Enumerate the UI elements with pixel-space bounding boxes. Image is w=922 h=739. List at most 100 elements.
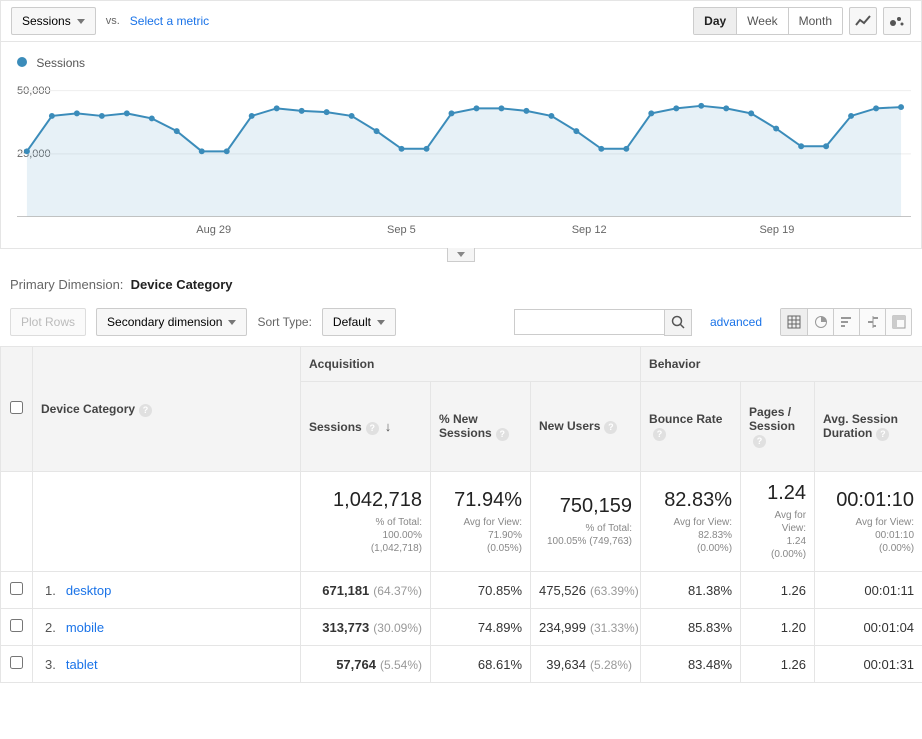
new-users-header[interactable]: New Users?	[531, 382, 641, 472]
help-icon[interactable]: ?	[366, 422, 379, 435]
table-group-header-row: Device Category? Acquisition Behavior	[1, 347, 922, 382]
primary-dimension-row: Primary Dimension: Device Category	[0, 263, 922, 302]
select-compare-metric-link[interactable]: Select a metric	[130, 14, 209, 28]
granularity-day-button[interactable]: Day	[694, 8, 736, 34]
dimension-value: tablet	[66, 657, 98, 672]
help-icon[interactable]: ?	[753, 435, 766, 448]
new-users-cell: 39,634(5.28%)	[531, 646, 641, 683]
legend-series-label: Sessions	[36, 56, 85, 70]
acquisition-group-header: Acquisition	[301, 347, 641, 382]
search-button[interactable]	[664, 309, 692, 336]
row-checkbox[interactable]	[10, 656, 23, 669]
sort-desc-icon: ↓	[385, 419, 392, 434]
dimension-cell[interactable]: 3.tablet	[33, 646, 301, 683]
pages-per-session-cell: 1.20	[741, 609, 815, 646]
primary-metric-dropdown[interactable]: Sessions	[11, 7, 96, 35]
bars-icon	[840, 315, 854, 329]
table-toolbar: Plot Rows Secondary dimension Sort Type:…	[0, 302, 922, 346]
dimension-value: desktop	[66, 583, 112, 598]
primary-metric-label: Sessions	[22, 14, 71, 28]
sort-type-label: Sort Type:	[257, 315, 311, 329]
sessions-cell: 313,773(30.09%)	[301, 609, 431, 646]
bounce-rate-cell: 85.83%	[641, 609, 741, 646]
pct-new-sessions-cell: 68.61%	[431, 646, 531, 683]
dimension-header-label: Device Category	[41, 402, 135, 416]
vs-label: vs.	[106, 15, 120, 27]
device-category-table: Device Category? Acquisition Behavior Se…	[0, 346, 922, 683]
chart-panel: Sessions 50,000 25,000 Aug 29 Sep 5 Sep …	[0, 41, 922, 249]
sort-type-value: Default	[333, 315, 371, 329]
dimension-cell[interactable]: 2.mobile	[33, 609, 301, 646]
dimension-cell[interactable]: 1.desktop	[33, 572, 301, 609]
sessions-cell: 671,181(64.37%)	[301, 572, 431, 609]
primary-dimension-value: Device Category	[131, 277, 233, 292]
bounce-rate-header[interactable]: Bounce Rate?	[641, 382, 741, 472]
behavior-group-header: Behavior	[641, 347, 922, 382]
sessions-line-chart[interactable]	[17, 78, 911, 217]
view-percentage-button[interactable]	[807, 309, 833, 335]
sessions-header[interactable]: Sessions?↓	[301, 382, 431, 472]
row-checkbox[interactable]	[10, 582, 23, 595]
avg-session-duration-cell: 00:01:11	[815, 572, 922, 609]
pages-per-session-cell: 1.26	[741, 572, 815, 609]
pct-new-sessions-cell: 70.85%	[431, 572, 531, 609]
help-icon[interactable]: ?	[496, 428, 509, 441]
help-icon[interactable]: ?	[139, 404, 152, 417]
secondary-dimension-label: Secondary dimension	[107, 315, 222, 329]
legend-dot-icon	[17, 57, 27, 67]
expand-chart-handle[interactable]	[447, 248, 475, 262]
summary-bounce-rate: 82.83%Avg for View:82.83%(0.00%)	[641, 472, 741, 572]
new-users-cell: 475,526(63.39%)	[531, 572, 641, 609]
view-performance-button[interactable]	[833, 309, 859, 335]
caret-down-icon	[77, 19, 85, 24]
summary-new-users: 750,159% of Total:100.05% (749,763)	[531, 472, 641, 572]
caret-down-icon	[228, 320, 236, 325]
help-icon[interactable]: ?	[604, 421, 617, 434]
dimension-value: mobile	[66, 620, 104, 635]
row-checkbox[interactable]	[10, 619, 23, 632]
select-all-header	[1, 347, 33, 472]
granularity-month-button[interactable]: Month	[788, 8, 842, 34]
x-tick: Sep 12	[572, 224, 607, 236]
pivot-icon	[892, 315, 906, 329]
table-summary-row: 1,042,718% of Total:100.00%(1,042,718) 7…	[1, 472, 922, 572]
search-input[interactable]	[514, 309, 664, 335]
bounce-rate-cell: 81.38%	[641, 572, 741, 609]
table-search	[514, 309, 692, 336]
granularity-week-button[interactable]: Week	[736, 8, 787, 34]
dimension-header[interactable]: Device Category?	[33, 347, 301, 472]
avg-session-duration-cell: 00:01:04	[815, 609, 922, 646]
x-axis-labels: Aug 29 Sep 5 Sep 12 Sep 19	[17, 224, 911, 242]
chart-controls-bar: Sessions vs. Select a metric Day Week Mo…	[0, 0, 922, 41]
summary-pct-new-sessions: 71.94%Avg for View:71.90%(0.05%)	[431, 472, 531, 572]
table-icon	[787, 315, 801, 329]
chart-legend: Sessions	[17, 56, 911, 70]
line-chart-toggle-button[interactable]	[849, 7, 877, 35]
granularity-segmented-control: Day Week Month	[693, 7, 843, 35]
x-tick: Sep 19	[759, 224, 794, 236]
caret-down-icon	[457, 252, 465, 257]
help-icon[interactable]: ?	[653, 428, 666, 441]
help-icon[interactable]: ?	[876, 428, 889, 441]
advanced-filter-link[interactable]: advanced	[710, 315, 762, 329]
select-all-checkbox[interactable]	[10, 401, 23, 414]
view-comparison-button[interactable]	[859, 309, 885, 335]
view-data-table-button[interactable]	[781, 309, 807, 335]
secondary-dimension-dropdown[interactable]: Secondary dimension	[96, 308, 247, 336]
summary-sessions: 1,042,718% of Total:100.00%(1,042,718)	[301, 472, 431, 572]
pct-new-sessions-cell: 74.89%	[431, 609, 531, 646]
line-chart-icon	[855, 14, 871, 28]
pct-new-sessions-header[interactable]: % New Sessions?	[431, 382, 531, 472]
pages-per-session-header[interactable]: Pages / Session?	[741, 382, 815, 472]
sort-type-dropdown[interactable]: Default	[322, 308, 396, 336]
pages-per-session-cell: 1.26	[741, 646, 815, 683]
table-row: 2.mobile313,773(30.09%)74.89%234,999(31.…	[1, 609, 922, 646]
caret-down-icon	[377, 320, 385, 325]
table-view-switcher	[780, 308, 912, 336]
avg-session-duration-header[interactable]: Avg. Session Duration?	[815, 382, 922, 472]
motion-chart-toggle-button[interactable]	[883, 7, 911, 35]
plot-rows-button[interactable]: Plot Rows	[10, 308, 86, 336]
view-pivot-button[interactable]	[885, 309, 911, 335]
table-row: 1.desktop671,181(64.37%)70.85%475,526(63…	[1, 572, 922, 609]
comparison-icon	[866, 315, 880, 329]
